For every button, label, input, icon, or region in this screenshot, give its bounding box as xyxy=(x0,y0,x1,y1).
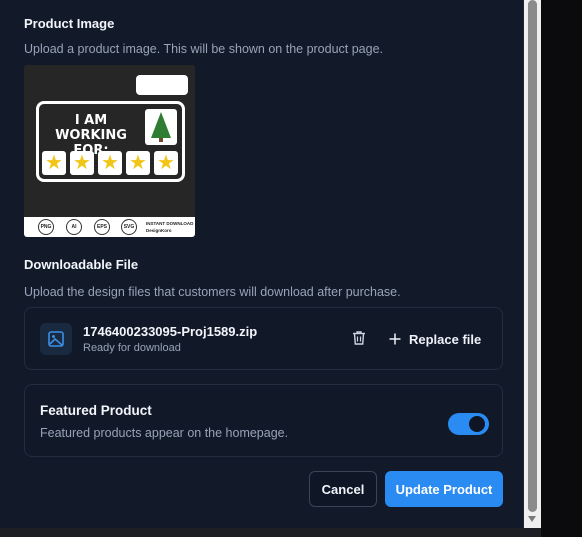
edit-product-panel: Product Image Upload a product image. Th… xyxy=(0,0,524,528)
scroll-down-arrow-icon[interactable] xyxy=(528,516,536,522)
plus-icon xyxy=(389,333,401,345)
featured-product-box: Featured Product Featured products appea… xyxy=(24,384,503,457)
preview-tag xyxy=(136,75,188,95)
downloadable-file-description: Upload the design files that customers w… xyxy=(24,285,401,299)
background-area xyxy=(541,0,582,537)
star-icon: ★ xyxy=(154,151,178,175)
preview-card: I AM WORKING FOR: ★ ★ ★ ★ ★ xyxy=(36,101,185,182)
cancel-button[interactable]: Cancel xyxy=(309,471,377,507)
preview-footer: PNG AI EPS SVG INSTANT DOWNLOAD DesignKo… xyxy=(24,217,195,237)
format-badge: SVG xyxy=(121,219,137,235)
file-name: 1746400233095-Proj1589.zip xyxy=(83,324,258,339)
preview-footer-line1: INSTANT DOWNLOAD xyxy=(146,221,194,226)
file-status: Ready for download xyxy=(83,342,181,354)
scrollbar-thumb[interactable] xyxy=(528,0,537,512)
replace-file-label: Replace file xyxy=(409,331,482,347)
product-image-preview[interactable]: I AM WORKING FOR: ★ ★ ★ ★ ★ PNG AI EPS S… xyxy=(24,65,195,237)
preview-footer-line2: DesignKoro xyxy=(146,228,172,233)
featured-toggle[interactable] xyxy=(448,413,489,435)
trash-icon xyxy=(353,331,365,345)
christmas-tree-icon xyxy=(145,109,177,145)
featured-product-title: Featured Product xyxy=(40,403,152,418)
preview-stars: ★ ★ ★ ★ ★ xyxy=(42,151,178,175)
bottom-strip xyxy=(0,528,541,537)
preview-headline-line1: I AM WORKING xyxy=(55,113,127,143)
replace-file-button[interactable]: Replace file xyxy=(389,329,481,349)
update-product-button[interactable]: Update Product xyxy=(385,471,503,507)
featured-product-description: Featured products appear on the homepage… xyxy=(40,426,289,440)
product-image-description: Upload a product image. This will be sho… xyxy=(24,42,384,56)
preview-footer-text: INSTANT DOWNLOAD DesignKoro xyxy=(146,220,193,234)
format-badge: PNG xyxy=(38,219,54,235)
star-icon: ★ xyxy=(42,151,66,175)
delete-file-button[interactable] xyxy=(350,329,368,347)
product-image-title: Product Image xyxy=(24,16,115,31)
downloadable-file-title: Downloadable File xyxy=(24,257,139,272)
star-icon: ★ xyxy=(126,151,150,175)
toggle-knob xyxy=(469,416,485,432)
image-file-icon xyxy=(40,323,72,355)
format-badge: AI xyxy=(66,219,82,235)
format-badge: EPS xyxy=(94,219,110,235)
star-icon: ★ xyxy=(98,151,122,175)
star-icon: ★ xyxy=(70,151,94,175)
file-row: 1746400233095-Proj1589.zip Ready for dow… xyxy=(24,307,503,370)
vertical-scrollbar[interactable] xyxy=(524,0,541,528)
